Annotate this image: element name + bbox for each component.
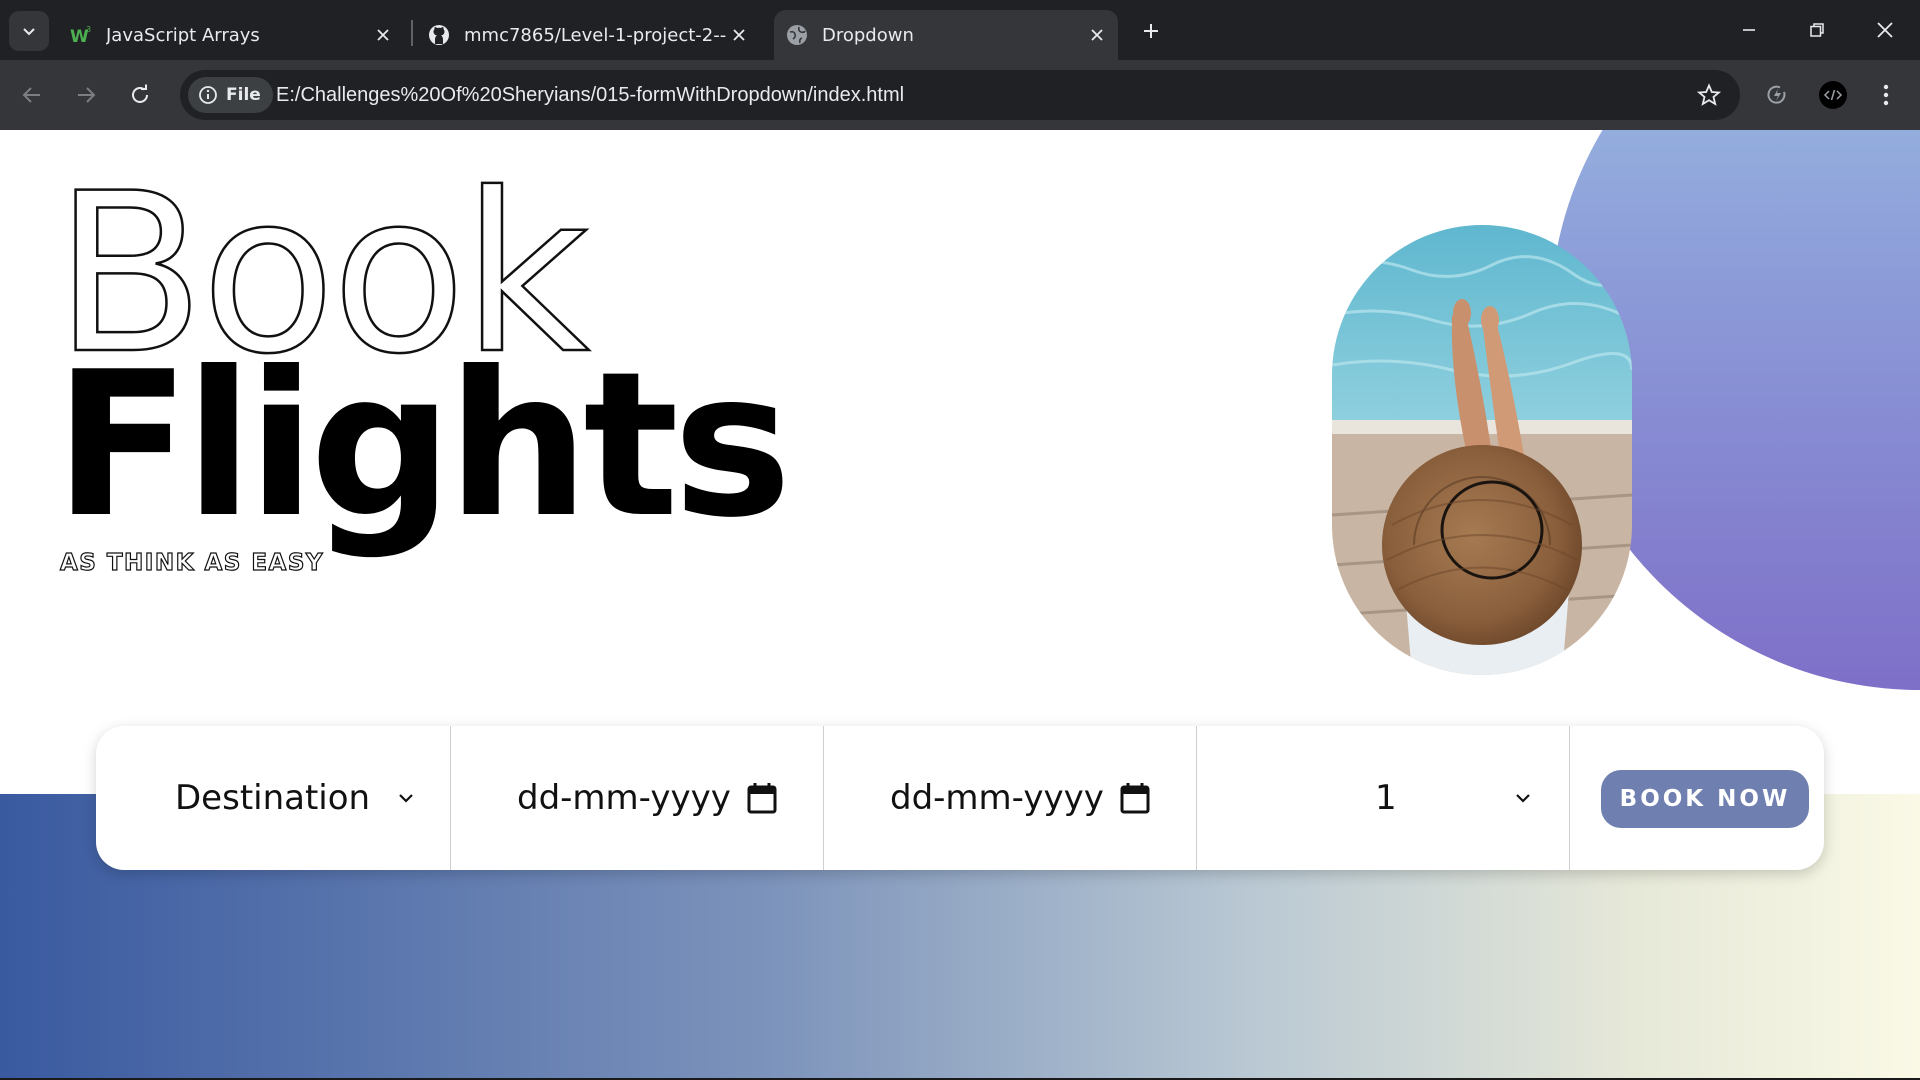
tab-title: Dropdown	[822, 24, 914, 46]
calendar-icon[interactable]	[747, 782, 777, 814]
chevron-down-icon	[23, 28, 35, 36]
passengers-select[interactable]: 1	[1197, 726, 1569, 870]
hero-title-bold: Flights	[54, 329, 792, 562]
reload-button[interactable]	[122, 77, 158, 113]
kebab-menu-icon	[1883, 84, 1889, 106]
plus-icon	[1144, 24, 1158, 38]
new-tab-button[interactable]	[1134, 14, 1168, 48]
destination-select[interactable]: Destination	[96, 726, 450, 870]
forward-button[interactable]	[68, 77, 104, 113]
close-tab-icon[interactable]	[1084, 22, 1110, 48]
forward-arrow-icon	[78, 87, 96, 103]
menu-button[interactable]	[1868, 77, 1904, 113]
restore-button[interactable]	[1794, 10, 1840, 50]
star-icon	[1697, 83, 1721, 106]
hero-photo	[1332, 225, 1632, 675]
close-tab-icon[interactable]	[370, 22, 396, 48]
destination-value: Destination	[175, 778, 371, 818]
site-info-chip[interactable]: File	[188, 77, 273, 113]
tab-strip: W 3 JavaScript Arrays mmc7865/Level-1-pr…	[0, 0, 1920, 60]
passengers-value: 1	[1375, 778, 1397, 818]
back-button[interactable]	[14, 77, 50, 113]
tab-search-button[interactable]	[9, 11, 49, 51]
w3schools-icon: W 3	[70, 25, 91, 46]
profile-button[interactable]	[1815, 77, 1851, 113]
github-icon	[429, 25, 449, 45]
address-bar[interactable]: File E:/Challenges%20Of%20Sheryians/015-…	[180, 70, 1740, 120]
chevron-down-icon	[1516, 794, 1530, 803]
page-viewport: Book Flights AS THINK AS EASY Destinatio…	[0, 130, 1920, 1078]
depart-date-placeholder: dd-mm-yyyy	[517, 778, 731, 818]
tab-dropdown[interactable]: Dropdown	[774, 10, 1118, 60]
browser-toolbar: File E:/Challenges%20Of%20Sheryians/015-…	[0, 60, 1920, 130]
site-info-label: File	[226, 85, 261, 105]
calendar-icon[interactable]	[1120, 782, 1150, 814]
chevron-down-icon	[399, 794, 413, 803]
minimize-icon	[1743, 29, 1755, 31]
minimize-button[interactable]	[1726, 10, 1772, 50]
globe-icon	[787, 25, 807, 45]
tab-javascript-arrays[interactable]: W 3 JavaScript Arrays	[58, 10, 404, 60]
info-icon	[199, 86, 217, 104]
pool-hat-illustration	[1332, 225, 1632, 675]
return-date-input[interactable]: dd-mm-yyyy	[824, 726, 1196, 870]
svg-text:3: 3	[86, 25, 91, 34]
booking-form: Destination dd-mm-yyyy dd-mm-yyyy 1 BOOK…	[96, 726, 1824, 870]
book-now-button[interactable]: BOOK NOW	[1601, 770, 1809, 828]
close-tab-icon[interactable]	[726, 22, 752, 48]
reload-icon	[132, 84, 148, 103]
devtools-avatar-icon	[1819, 81, 1847, 109]
back-arrow-icon	[22, 87, 40, 103]
restore-icon	[1810, 23, 1824, 37]
tab-title: mmc7865/Level-1-project-2---	[464, 24, 726, 46]
performance-icon	[1767, 85, 1786, 104]
close-window-button[interactable]	[1862, 10, 1908, 50]
url-text[interactable]: E:/Challenges%20Of%20Sheryians/015-formW…	[276, 70, 904, 120]
field-divider	[1569, 726, 1570, 870]
extension-button[interactable]	[1759, 77, 1795, 113]
tab-title: JavaScript Arrays	[106, 24, 260, 46]
return-date-placeholder: dd-mm-yyyy	[890, 778, 1104, 818]
depart-date-input[interactable]: dd-mm-yyyy	[451, 726, 823, 870]
tab-github-repo[interactable]: mmc7865/Level-1-project-2---	[416, 10, 760, 60]
tab-separator	[411, 20, 413, 46]
close-icon	[1877, 22, 1893, 38]
bookmark-button[interactable]	[1694, 80, 1724, 110]
hero-tagline: AS THINK AS EASY	[59, 549, 325, 576]
